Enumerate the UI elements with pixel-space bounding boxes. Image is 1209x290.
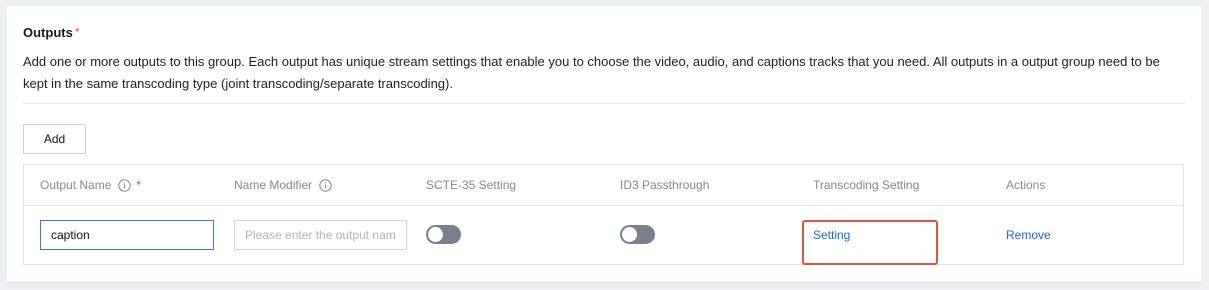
name-modifier-input[interactable] [234, 220, 407, 250]
table-row: Setting Remove [24, 206, 1183, 264]
required-marker: * [136, 178, 142, 192]
remove-output-link[interactable]: Remove [1006, 228, 1051, 242]
column-header-name-modifier: Name Modifier [234, 178, 332, 192]
column-header-id3: ID3 Passthrough [620, 178, 709, 192]
required-marker: * [74, 25, 80, 39]
column-header-scte35: SCTE-35 Setting [426, 178, 516, 192]
toggle-knob [622, 227, 637, 242]
output-name-input[interactable] [40, 220, 214, 250]
section-title-text: Outputs [23, 25, 73, 40]
highlight-box [802, 220, 938, 265]
outputs-panel: Outputs * Add one or more outputs to this… [6, 6, 1202, 282]
info-circle-icon[interactable] [118, 178, 132, 192]
section-description: Add one or more outputs to this group. E… [23, 54, 1160, 91]
section-title: Outputs * [23, 25, 80, 40]
column-header-output-name: Output Name * [40, 178, 141, 192]
column-label-id3: ID3 Passthrough [620, 178, 710, 192]
toggle-knob [428, 227, 443, 242]
id3-passthrough-toggle[interactable] [620, 225, 655, 244]
divider [23, 103, 1185, 104]
table-header: Output Name * Name Modifier SCTE-35 Sett… [24, 165, 1183, 206]
column-label-scte35: SCTE-35 Setting [426, 178, 517, 192]
column-label-actions: Actions [1006, 178, 1046, 192]
column-label-name-modifier: Name Modifier [234, 178, 313, 192]
column-label-output-name: Output Name [40, 178, 112, 192]
outputs-table: Output Name * Name Modifier SCTE-35 Sett… [23, 164, 1184, 265]
add-output-button[interactable]: Add [23, 124, 86, 154]
column-label-transcoding: Transcoding Setting [813, 178, 920, 192]
column-header-actions: Actions [1006, 178, 1045, 192]
info-circle-icon[interactable] [319, 178, 332, 192]
column-header-transcoding: Transcoding Setting [813, 178, 919, 192]
scte35-toggle[interactable] [426, 225, 461, 244]
